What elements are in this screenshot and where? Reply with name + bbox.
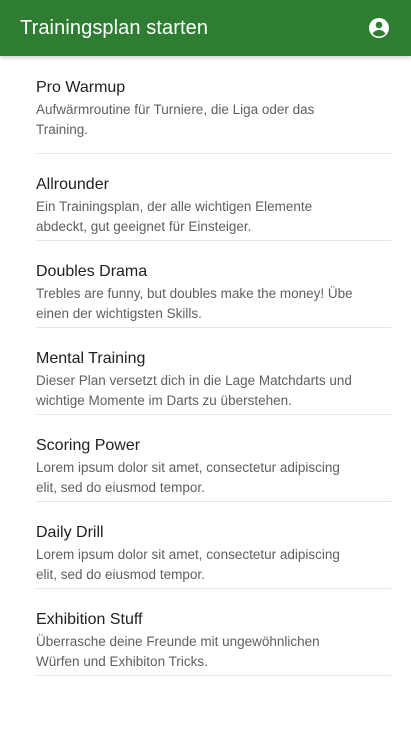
list-item-scoring-power[interactable]: Scoring Power Lorem ipsum dolor sit amet… [36,415,391,502]
plan-title: Daily Drill [36,524,104,541]
plan-title: Allrounder [36,176,109,193]
list-item-allrounder[interactable]: Allrounder Ein Trainingsplan, der alle w… [36,154,391,241]
list-item-doubles-drama[interactable]: Doubles Drama Trebles are funny, but dou… [36,241,391,328]
plan-title: Scoring Power [36,437,141,454]
list-item-pro-warmup[interactable]: Pro Warmup Aufwärmroutine für Turniere, … [36,56,391,154]
plan-title: Doubles Drama [36,263,148,280]
app-bar: Trainingsplan starten [0,0,411,56]
plan-description: Lorem ipsum dolor sit amet, consectetur … [36,460,340,495]
training-plan-list: Pro Warmup Aufwärmroutine für Turniere, … [36,56,391,676]
plan-title: Mental Training [36,350,146,367]
plan-description: Lorem ipsum dolor sit amet, consectetur … [36,547,340,582]
list-item-exhibition-stuff[interactable]: Exhibition Stuff Überrasche deine Freund… [36,589,391,676]
plan-title: Exhibition Stuff [36,611,143,628]
list-item-daily-drill[interactable]: Daily Drill Lorem ipsum dolor sit amet, … [36,502,391,589]
plan-description: Aufwärmroutine für Turniere, die Liga od… [36,102,315,137]
plan-title: Pro Warmup [36,79,126,96]
list-item-mental-training[interactable]: Mental Training Dieser Plan versetzt dic… [36,328,391,415]
plan-description: Ein Trainingsplan, der alle wichtigen El… [36,199,313,234]
plan-description: Trebles are funny, but doubles make the … [36,286,353,321]
account-button[interactable] [367,16,391,40]
plan-description: Dieser Plan versetzt dich in die Lage Ma… [36,373,352,408]
page-title: Trainingsplan starten [20,16,209,39]
plan-description: Überrasche deine Freunde mit ungewöhnlic… [36,634,320,669]
account-circle-icon [369,18,389,38]
